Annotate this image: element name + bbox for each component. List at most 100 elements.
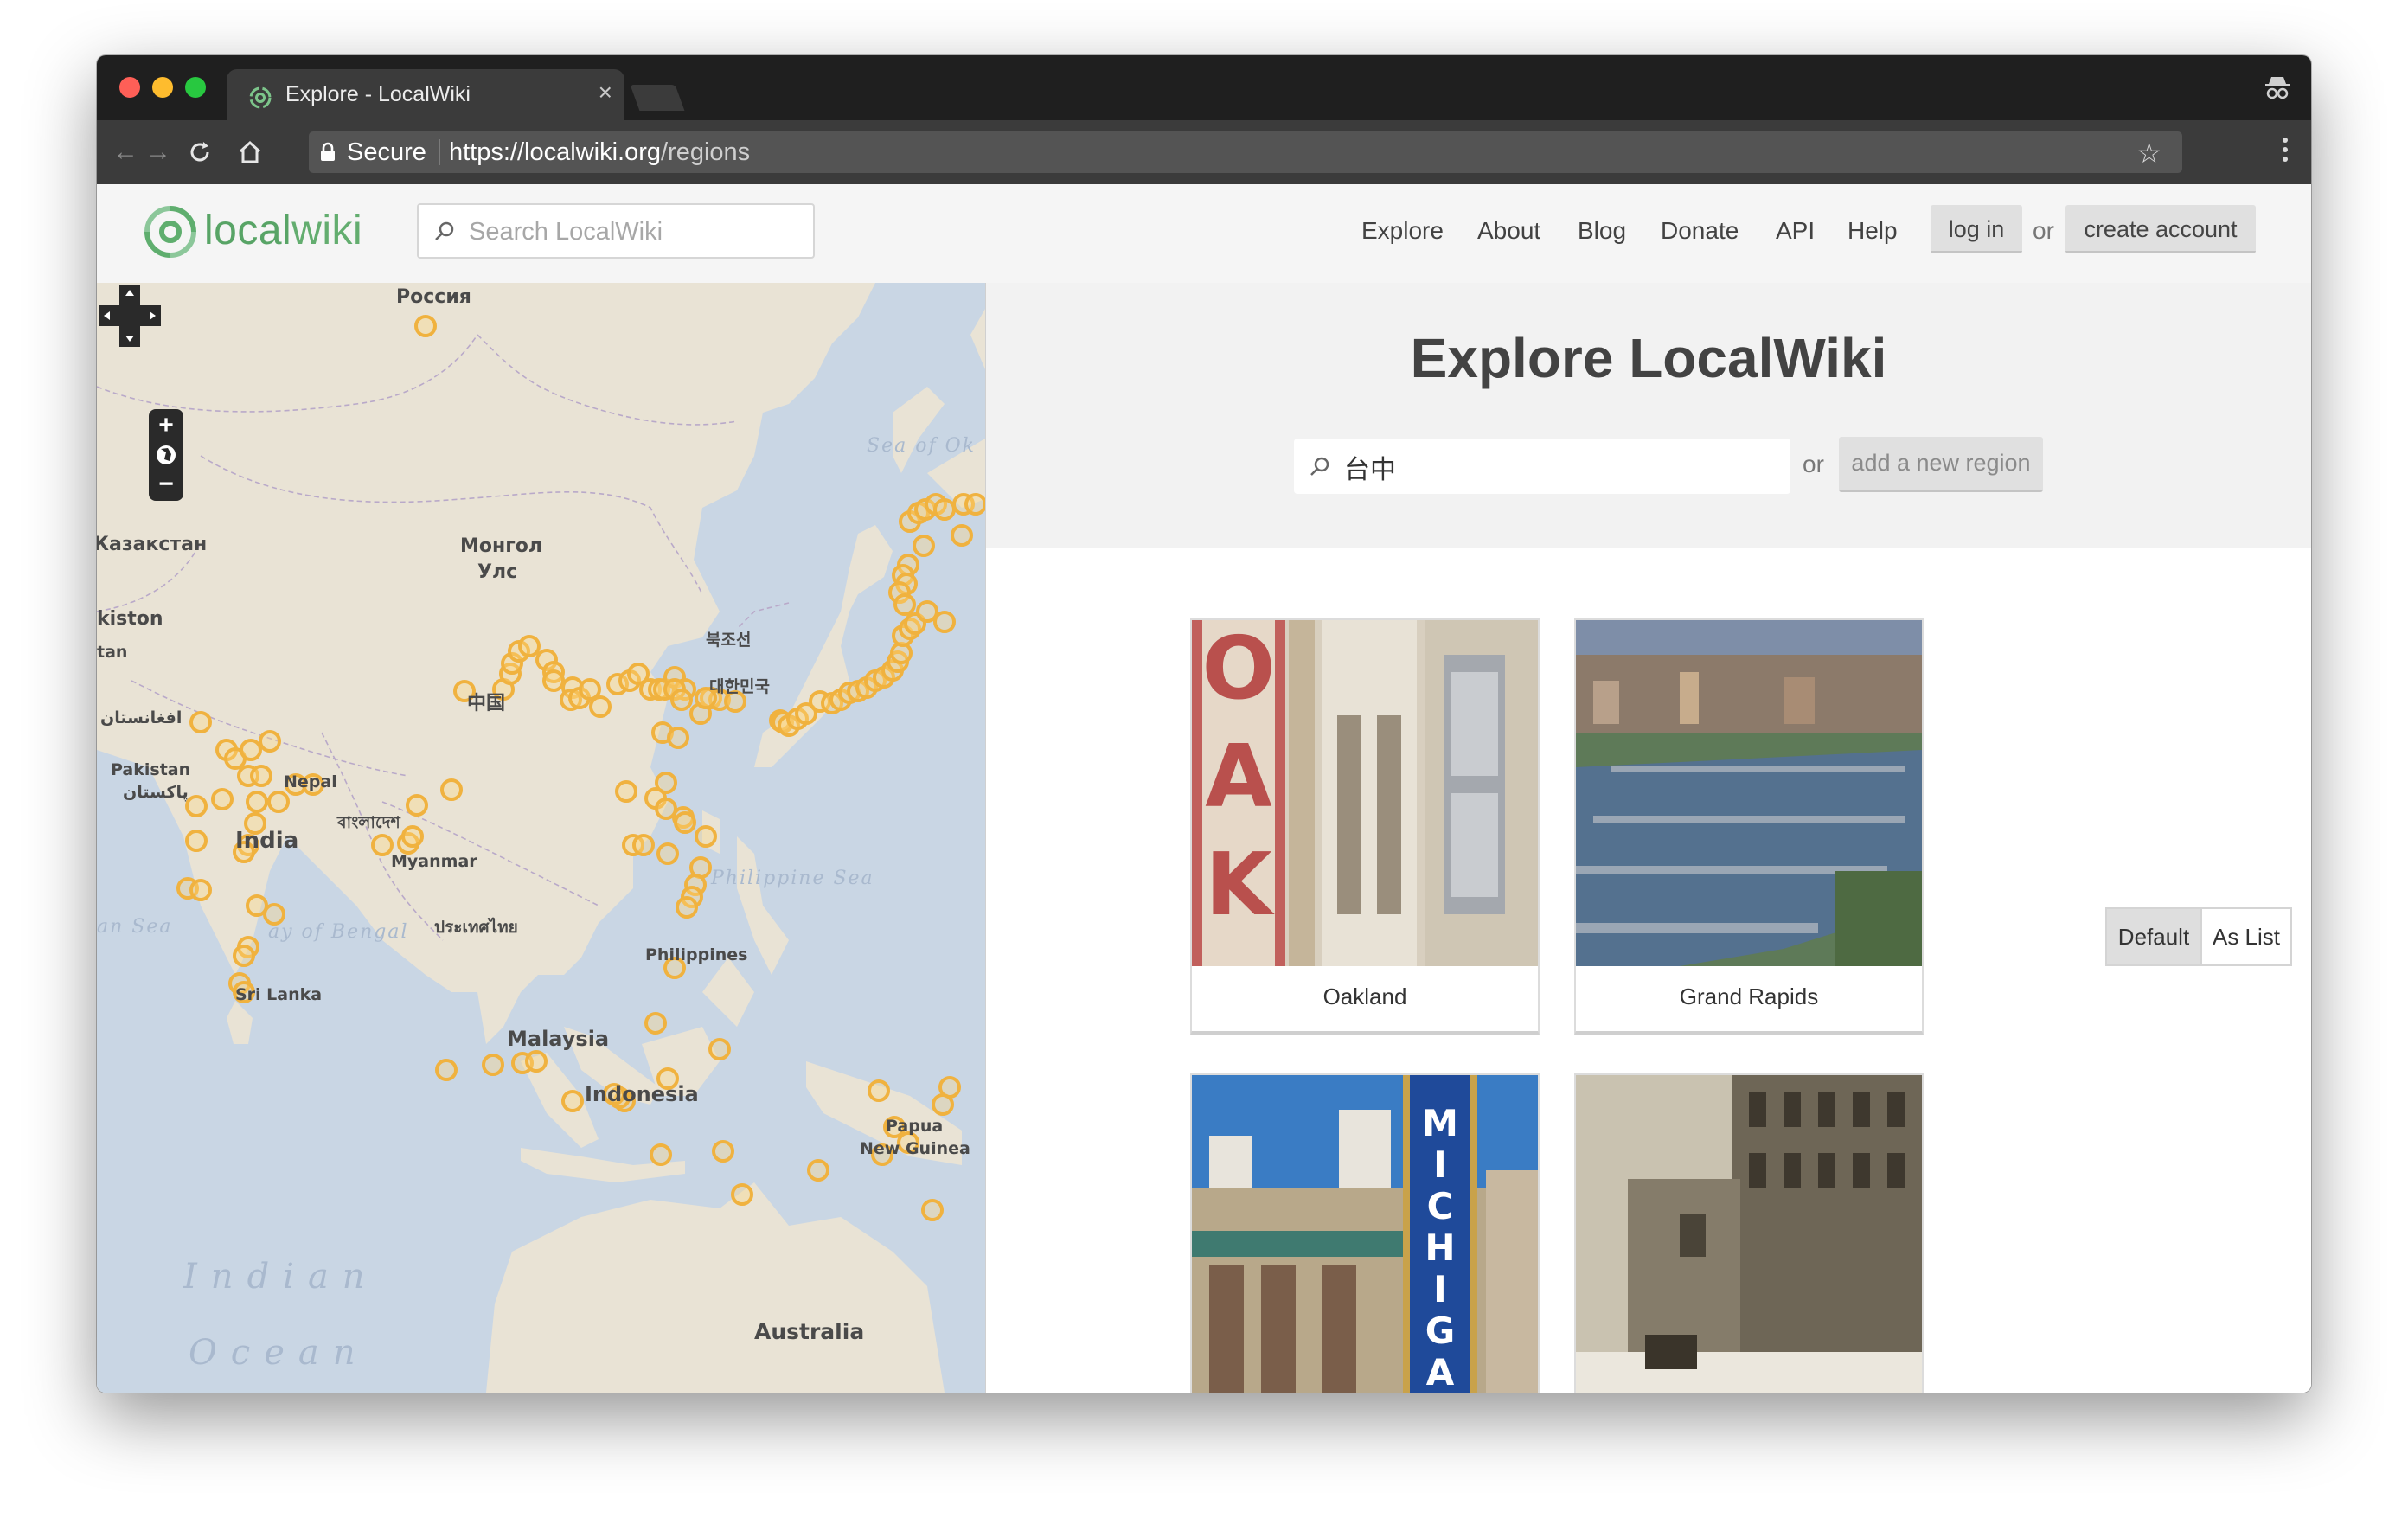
region-marker[interactable] xyxy=(951,524,973,547)
region-marker[interactable] xyxy=(189,711,212,733)
map-label-russia: Россия xyxy=(396,286,471,308)
close-tab-icon[interactable]: × xyxy=(599,79,612,106)
nav-explore[interactable]: Explore xyxy=(1361,217,1444,245)
region-marker[interactable] xyxy=(440,778,463,801)
map-label-papua-line2: New Guinea xyxy=(860,1139,970,1158)
create-account-button[interactable]: create account xyxy=(2065,205,2256,253)
address-bar[interactable]: Secure https://localwiki.org/regions ☆ xyxy=(309,131,2182,173)
region-marker[interactable] xyxy=(615,780,637,803)
region-marker[interactable] xyxy=(807,1159,829,1182)
view-as-list-button[interactable]: As List xyxy=(2200,907,2292,966)
region-marker[interactable] xyxy=(189,879,212,901)
regions-map[interactable]: Россия Казакстан Монгол Улс kiston tan 中… xyxy=(97,283,987,1393)
region-marker[interactable] xyxy=(259,730,281,753)
region-marker[interactable] xyxy=(632,834,655,856)
region-card-3[interactable]: M I C H I G A xyxy=(1190,1073,1540,1393)
zoom-out-icon[interactable]: − xyxy=(149,470,183,499)
region-card-4[interactable] xyxy=(1574,1073,1924,1393)
region-card-grand-rapids[interactable]: Grand Rapids xyxy=(1574,618,1924,1035)
new-tab-button[interactable] xyxy=(630,85,685,111)
region-marker[interactable] xyxy=(964,493,985,516)
region-marker[interactable] xyxy=(695,825,717,848)
region-marker[interactable] xyxy=(250,765,272,787)
map-label-australia: Australia xyxy=(754,1319,865,1344)
nav-api[interactable]: API xyxy=(1776,217,1815,245)
browser-menu-icon[interactable] xyxy=(2282,138,2289,167)
svg-text:K: K xyxy=(1205,834,1275,935)
region-marker[interactable] xyxy=(913,535,935,557)
reload-icon[interactable] xyxy=(185,138,215,167)
region-marker[interactable] xyxy=(233,945,255,967)
map-label-indian-ocean-line1: Indian xyxy=(183,1257,379,1297)
region-marker[interactable] xyxy=(868,1079,890,1102)
zoom-window-button[interactable] xyxy=(185,77,206,98)
svg-text:M: M xyxy=(1422,1102,1458,1144)
region-marker[interactable] xyxy=(267,791,290,813)
region-marker[interactable] xyxy=(185,830,208,852)
region-marker[interactable] xyxy=(518,635,541,657)
map-label-mongolia-line2: Улс xyxy=(477,561,518,583)
browser-tab[interactable]: Explore - LocalWiki × xyxy=(227,69,624,121)
site-search-box[interactable] xyxy=(417,203,815,259)
region-marker[interactable] xyxy=(211,788,234,810)
region-marker[interactable] xyxy=(933,498,956,521)
nav-donate[interactable]: Donate xyxy=(1661,217,1739,245)
region-marker[interactable] xyxy=(414,315,437,337)
region-marker[interactable] xyxy=(644,1012,667,1035)
map-label-afghanistan: افغانستان xyxy=(100,708,183,727)
region-marker[interactable] xyxy=(435,1059,458,1081)
region-marker[interactable] xyxy=(371,834,394,856)
bookmark-star-icon[interactable]: ☆ xyxy=(2136,137,2161,170)
globe-icon[interactable] xyxy=(149,440,183,470)
region-marker[interactable] xyxy=(656,842,679,865)
region-marker[interactable] xyxy=(674,811,696,834)
region-marker[interactable] xyxy=(561,1090,584,1112)
localwiki-logo-icon xyxy=(144,206,196,258)
region-marker[interactable] xyxy=(482,1054,504,1076)
region-marker[interactable] xyxy=(731,1183,753,1206)
region-marker[interactable] xyxy=(406,794,428,817)
region-marker[interactable] xyxy=(712,1140,734,1163)
logo-text-local: local xyxy=(204,208,292,253)
region-marker[interactable] xyxy=(579,678,601,701)
region-marker[interactable] xyxy=(670,689,693,711)
region-marker[interactable] xyxy=(542,669,565,692)
forward-arrow-icon[interactable]: → xyxy=(144,138,173,167)
nav-blog[interactable]: Blog xyxy=(1578,217,1626,245)
localwiki-logo[interactable]: localwiki xyxy=(140,202,400,262)
add-new-region-button[interactable]: add a new region xyxy=(1839,437,2043,492)
region-marker[interactable] xyxy=(246,791,268,813)
url-host: localwiki.org xyxy=(524,138,661,166)
region-marker[interactable] xyxy=(932,1093,954,1116)
region-marker[interactable] xyxy=(240,739,262,761)
region-marker[interactable] xyxy=(589,695,612,718)
minimize-window-button[interactable] xyxy=(152,77,173,98)
home-icon[interactable] xyxy=(235,138,265,167)
or-text: or xyxy=(1803,451,1824,477)
region-card-oakland[interactable]: O A K Oakland xyxy=(1190,618,1540,1035)
region-marker[interactable] xyxy=(185,795,208,817)
region-marker[interactable] xyxy=(708,1038,731,1060)
region-marker[interactable] xyxy=(525,1050,548,1073)
zoom-in-icon[interactable]: + xyxy=(149,411,183,440)
login-button[interactable]: log in xyxy=(1931,205,2022,253)
nav-about[interactable]: About xyxy=(1477,217,1540,245)
map-pan-control[interactable] xyxy=(97,283,163,349)
svg-text:G: G xyxy=(1425,1310,1455,1352)
site-search-input[interactable] xyxy=(467,214,799,250)
region-marker[interactable] xyxy=(650,1143,672,1166)
region-marker[interactable] xyxy=(401,825,424,848)
region-marker[interactable] xyxy=(893,593,916,616)
region-search-box[interactable] xyxy=(1294,439,1790,494)
region-marker[interactable] xyxy=(667,727,689,749)
close-window-button[interactable] xyxy=(119,77,140,98)
view-default-button[interactable]: Default xyxy=(2105,907,2202,966)
region-marker[interactable] xyxy=(921,1199,944,1221)
back-arrow-icon[interactable]: ← xyxy=(111,138,140,167)
region-marker[interactable] xyxy=(916,600,938,623)
region-search-input[interactable] xyxy=(1342,447,1778,487)
map-label-bangladesh: বাংলাদেশ xyxy=(337,813,400,832)
nav-help[interactable]: Help xyxy=(1848,217,1898,245)
region-marker[interactable] xyxy=(676,896,698,919)
region-marker[interactable] xyxy=(933,611,956,633)
